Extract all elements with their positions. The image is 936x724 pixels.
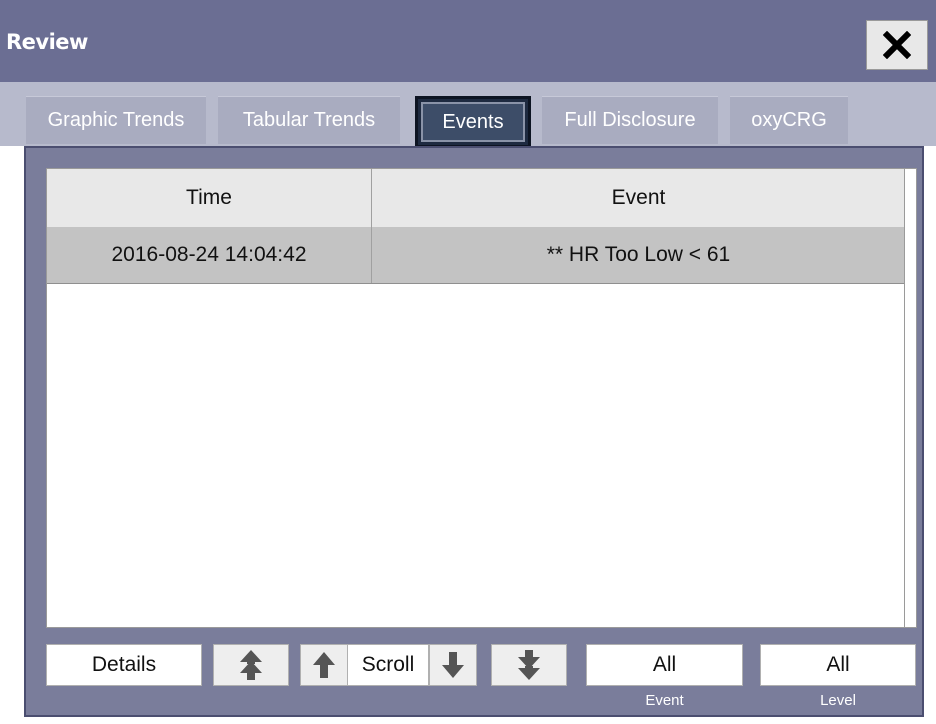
tab-full-disclosure[interactable]: Full Disclosure bbox=[542, 96, 718, 144]
tab-tabular-trends[interactable]: Tabular Trends bbox=[218, 96, 400, 144]
level-filter-caption: Level bbox=[820, 692, 856, 709]
page-up-button[interactable] bbox=[213, 644, 289, 686]
tab-graphic-trends[interactable]: Graphic Trends bbox=[26, 96, 206, 144]
event-time-cell: 2016-08-24 14:04:42 bbox=[111, 243, 307, 266]
event-description-cell: ** HR Too Low < 61 bbox=[546, 243, 731, 266]
page-down-button[interactable] bbox=[491, 644, 567, 686]
arrow-down-icon bbox=[442, 652, 464, 678]
scroll-label: Scroll bbox=[347, 644, 429, 686]
table-header: Time Event bbox=[47, 169, 905, 228]
arrow-up-icon bbox=[313, 652, 335, 678]
table-row[interactable]: 2016-08-24 14:04:42 ** HR Too Low < 61 bbox=[47, 227, 905, 284]
review-window: Review Graphic Trends Tabular Trends Eve… bbox=[0, 0, 936, 724]
events-table: Time Event 2016-08-24 14:04:42 ** HR Too… bbox=[46, 168, 906, 628]
tab-label: Tabular Trends bbox=[242, 109, 376, 131]
tab-oxycrg[interactable]: oxyCRG bbox=[730, 96, 848, 144]
title-bar: Review bbox=[0, 0, 936, 84]
window-title: Review bbox=[6, 30, 88, 54]
level-filter-value: All bbox=[826, 653, 850, 676]
event-filter-button[interactable]: All bbox=[586, 644, 743, 686]
level-filter-button[interactable]: All bbox=[760, 644, 916, 686]
column-header-event[interactable]: Event bbox=[372, 169, 905, 227]
tab-label: Graphic Trends bbox=[47, 109, 185, 131]
double-arrow-up-icon bbox=[240, 650, 262, 680]
tab-events[interactable]: Events bbox=[415, 96, 531, 148]
tab-label: oxyCRG bbox=[751, 109, 827, 131]
event-filter-value: All bbox=[652, 653, 677, 676]
tab-strip: Graphic Trends Tabular Trends Events Ful… bbox=[0, 82, 936, 148]
tab-label: Events bbox=[442, 110, 504, 133]
close-icon bbox=[883, 31, 911, 59]
double-arrow-down-icon bbox=[518, 650, 540, 680]
column-header-time[interactable]: Time bbox=[47, 169, 371, 227]
tab-label: Full Disclosure bbox=[564, 109, 696, 131]
event-filter-caption: Event bbox=[645, 692, 684, 709]
table-scrollbar[interactable] bbox=[904, 168, 917, 628]
close-button[interactable] bbox=[866, 20, 928, 70]
scroll-down-button[interactable] bbox=[429, 644, 477, 686]
column-divider bbox=[371, 169, 372, 283]
details-label: Details bbox=[91, 653, 157, 676]
details-button[interactable]: Details bbox=[46, 644, 202, 686]
scroll-up-button[interactable] bbox=[300, 644, 348, 686]
scroll-text: Scroll bbox=[361, 653, 415, 676]
